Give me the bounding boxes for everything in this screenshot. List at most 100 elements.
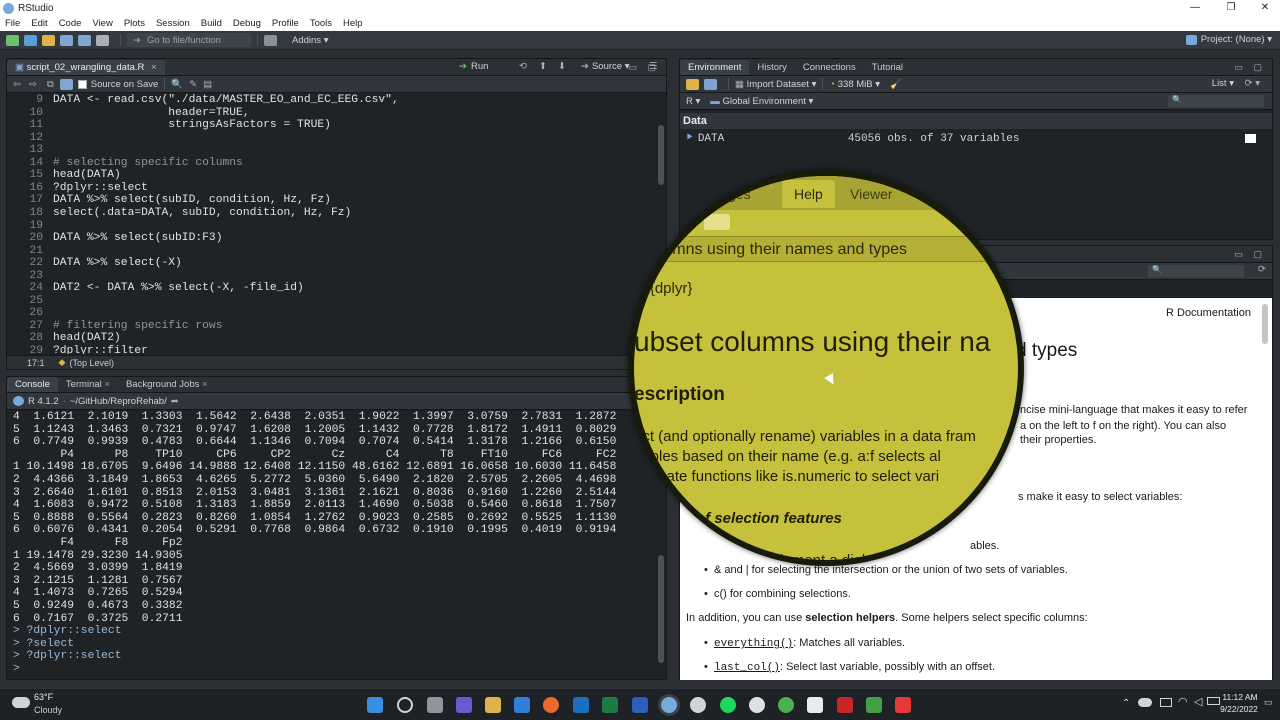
spotify-icon[interactable] [720, 697, 736, 713]
menu-file[interactable]: File [5, 18, 20, 29]
clock-time[interactable]: 11:12 AM [1220, 692, 1260, 702]
menu-debug[interactable]: Debug [233, 18, 261, 29]
close-tab-icon[interactable]: × [104, 379, 110, 390]
weather-desc[interactable]: Cloudy [34, 705, 62, 715]
editor-tab[interactable]: ▣ script_02_wrangling_data.R × [7, 60, 165, 75]
help-scrollbar[interactable] [1262, 304, 1268, 344]
menu-code[interactable]: Code [59, 18, 82, 29]
save-icon[interactable] [60, 34, 73, 46]
clock-date[interactable]: 9/22/2022 [1214, 704, 1264, 714]
scope-menu[interactable]: ▬ Global Environment ▾ [710, 96, 813, 107]
outlook-icon[interactable] [573, 697, 589, 713]
menu-tools[interactable]: Tools [310, 18, 332, 29]
up-arrow-icon[interactable]: ⬆ [539, 61, 547, 72]
document-icon[interactable] [807, 697, 823, 713]
camtasia-icon[interactable] [866, 697, 882, 713]
load-workspace-icon[interactable] [686, 78, 699, 90]
import-dataset-button[interactable]: ▦ Import Dataset ▾ [735, 79, 816, 90]
minimize-window-icon[interactable]: — [1178, 0, 1212, 16]
editor-save-icon[interactable] [59, 78, 73, 90]
store-icon[interactable] [514, 697, 530, 713]
run-button[interactable]: ➔ Run [459, 61, 488, 72]
menu-help[interactable]: Help [343, 18, 363, 29]
source-on-save-checkbox[interactable] [77, 79, 87, 89]
tray-display-icon[interactable] [1160, 698, 1172, 707]
menu-edit[interactable]: Edit [31, 18, 47, 29]
everything-link[interactable]: everything() [714, 638, 793, 650]
recorder-icon[interactable] [895, 697, 911, 713]
search-icon[interactable]: 🔍 [171, 79, 183, 90]
memory-usage[interactable]: ◔ 338 MiB ▾ [829, 79, 880, 90]
print-icon[interactable] [96, 34, 109, 46]
compile-report-icon[interactable]: ▤ [203, 79, 212, 90]
code-area[interactable]: 9 DATA <- read.csv("./data/MASTER_EO_and_… [7, 94, 666, 354]
view-data-icon[interactable] [1245, 134, 1256, 143]
menu-profile[interactable]: Profile [272, 18, 299, 29]
go-to-file-input[interactable]: ➜ Go to file/function [127, 33, 251, 47]
close-tab-icon[interactable]: × [151, 62, 157, 73]
tab-background-jobs[interactable]: Background Jobs × [118, 377, 216, 392]
tab-connections[interactable]: Connections [795, 60, 864, 75]
wifi-icon[interactable]: ◠ [1178, 695, 1188, 708]
firefox-icon[interactable] [543, 697, 559, 713]
help-min-max-icons[interactable]: ▭ ▢ [1234, 249, 1266, 260]
slack-icon[interactable] [749, 697, 765, 713]
tab-history[interactable]: History [749, 60, 795, 75]
open-file-icon[interactable] [42, 34, 55, 46]
code-tools-icon[interactable]: ✎ [189, 79, 197, 90]
rstudio-taskbar-icon[interactable] [661, 697, 677, 713]
task-view-icon[interactable] [427, 697, 443, 713]
environment-min-max-icons[interactable]: ▭ ▢ [1234, 62, 1266, 73]
language-menu[interactable]: R ▾ [686, 96, 700, 107]
menu-plots[interactable]: Plots [124, 18, 145, 29]
menu-session[interactable]: Session [156, 18, 190, 29]
menu-view[interactable]: View [92, 18, 112, 29]
help-search-input[interactable]: 🔍 [1148, 265, 1244, 277]
project-menu[interactable]: Project: (None) ▾ [1185, 34, 1272, 45]
volume-icon[interactable]: ◁ [1194, 695, 1202, 708]
close-tab-icon[interactable]: × [202, 379, 208, 390]
excel-icon[interactable] [602, 697, 618, 713]
env-row-data[interactable]: ⯈ DATA 45056 obs. of 37 variables [680, 130, 1272, 147]
word-icon[interactable] [632, 697, 648, 713]
tab-console[interactable]: Console [7, 377, 58, 392]
rerun-icon[interactable]: ⟲ [519, 61, 527, 72]
notifications-icon[interactable]: ▭ [1264, 697, 1273, 708]
help-refresh-icon[interactable]: ⟳ [1258, 264, 1266, 275]
app-red-icon[interactable] [837, 697, 853, 713]
tray-cloud-icon[interactable] [1138, 698, 1152, 707]
show-in-window-icon[interactable]: ⧉ [47, 79, 54, 90]
down-arrow-icon[interactable]: ⬇ [558, 61, 566, 72]
new-file-icon[interactable] [6, 34, 19, 46]
tab-environment[interactable]: Environment [680, 60, 750, 75]
tray-chevron-up-icon[interactable]: ⌃ [1122, 698, 1130, 709]
refresh-icon[interactable]: ⟳ ▾ [1245, 78, 1260, 89]
list-view-menu[interactable]: List ▾ [1212, 78, 1234, 89]
weather-temp[interactable]: 63°F [34, 692, 53, 702]
scope-label[interactable]: (Top Level) [69, 358, 114, 368]
menu-build[interactable]: Build [201, 18, 222, 29]
console-scrollbar[interactable] [658, 555, 664, 663]
github-icon[interactable] [690, 697, 706, 713]
save-workspace-icon[interactable] [704, 78, 717, 90]
back-icon[interactable]: ⇦ [13, 79, 21, 90]
broom-icon[interactable]: 🧹 [890, 79, 902, 90]
tab-terminal[interactable]: Terminal × [58, 377, 118, 392]
chat-icon[interactable] [456, 697, 472, 713]
chrome-icon[interactable] [778, 697, 794, 713]
save-all-icon[interactable] [78, 34, 91, 46]
environment-search-input[interactable]: 🔍 [1168, 95, 1264, 107]
search-taskbar-icon[interactable] [397, 697, 413, 713]
console-output[interactable]: 4 1.6121 2.1019 1.3303 1.5642 2.6438 2.0… [7, 411, 666, 679]
addins-menu[interactable]: Addins ▾ [292, 35, 328, 46]
source-button[interactable]: ➔ Source ▾ [581, 61, 630, 72]
go-to-directory-icon[interactable]: ➦ [171, 396, 179, 407]
last-col-link[interactable]: last_col() [714, 662, 780, 674]
new-project-icon[interactable] [24, 34, 37, 46]
start-menu-icon[interactable] [367, 697, 383, 713]
tab-tutorial[interactable]: Tutorial [864, 60, 911, 75]
file-explorer-icon[interactable] [485, 697, 501, 713]
expand-icon[interactable]: ⯈ [685, 133, 694, 145]
outline-icon[interactable]: ☰ [649, 61, 658, 72]
close-window-icon[interactable]: ✕ [1248, 0, 1280, 16]
